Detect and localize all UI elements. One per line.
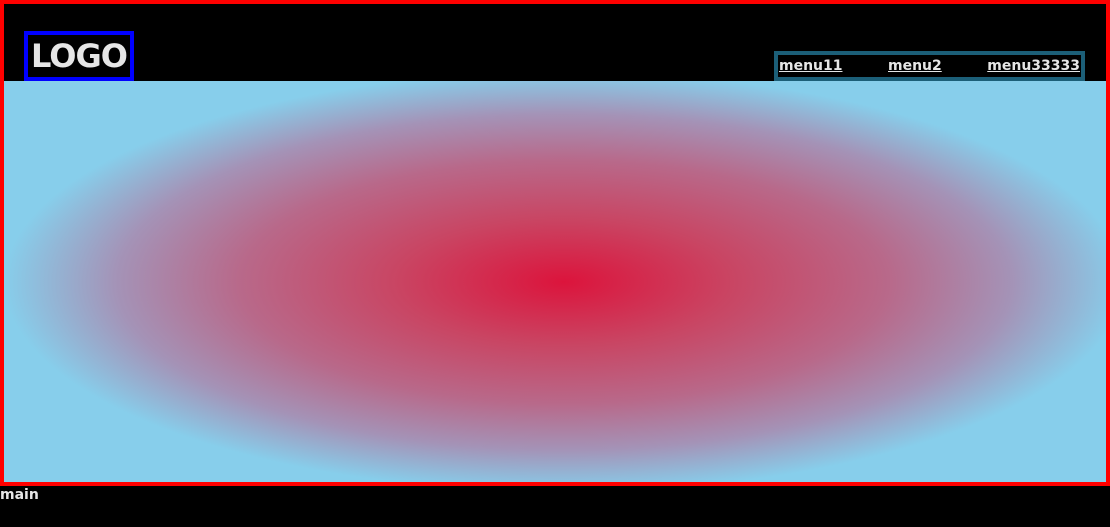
logo-link[interactable]: LOGO: [24, 31, 134, 81]
menu-item-menu2[interactable]: menu2: [888, 58, 942, 74]
gradient-banner: [4, 81, 1106, 482]
site-header: LOGO menu11 menu2 menu33333: [4, 4, 1106, 81]
main-label: main: [0, 487, 39, 503]
main-menu: menu11 menu2 menu33333: [774, 51, 1085, 81]
hero-section: LOGO menu11 menu2 menu33333: [0, 0, 1110, 486]
menu-item-menu11[interactable]: menu11: [779, 58, 843, 74]
menu-item-menu33333[interactable]: menu33333: [987, 58, 1080, 74]
